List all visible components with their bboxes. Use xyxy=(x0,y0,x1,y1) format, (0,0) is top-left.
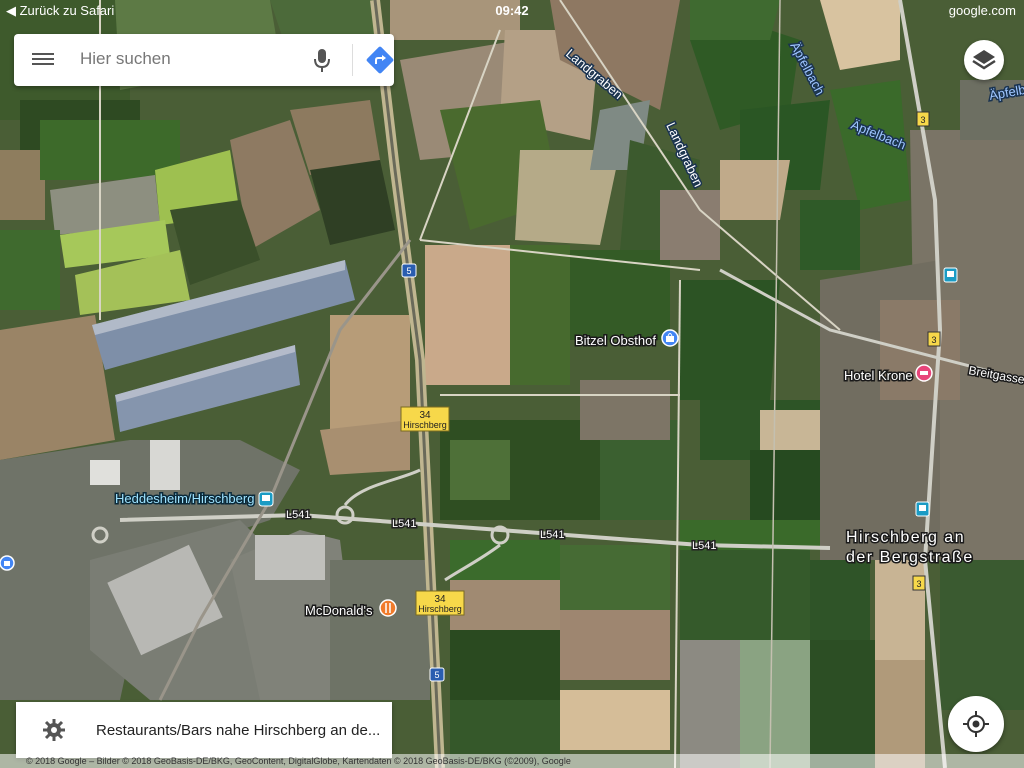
back-to-safari-link[interactable]: ◀ Zurück zu Safari xyxy=(6,3,114,19)
exit-sign: 34 Hirschberg xyxy=(400,406,450,432)
explore-nearby-card[interactable]: Restaurants/Bars nahe Hirschberg an de..… xyxy=(16,702,392,758)
map-copyright: © 2018 Google – Bilder © 2018 GeoBasis-D… xyxy=(0,754,1024,768)
motorway-shield-a5: 5 xyxy=(401,263,417,278)
search-divider xyxy=(352,44,353,76)
layers-icon xyxy=(972,50,996,70)
svg-text:Hirschberg: Hirschberg xyxy=(418,604,462,614)
station-label-heddesheim: Heddesheim/Hirschberg xyxy=(115,491,254,506)
svg-text:3: 3 xyxy=(916,579,921,589)
road-label-l541: L541 xyxy=(692,540,716,552)
shopping-bag-icon[interactable] xyxy=(661,329,679,347)
bus-icon[interactable] xyxy=(943,267,958,283)
satellite-map[interactable]: Landgraben Landgraben Äpfelbach Äpfelbac… xyxy=(0,0,1024,768)
restaurant-icon[interactable] xyxy=(379,599,397,617)
poi-label-bitzel-obsthof: Bitzel Obsthof xyxy=(575,333,656,348)
search-box[interactable]: Hier suchen xyxy=(14,34,394,86)
svg-text:5: 5 xyxy=(406,266,411,276)
train-icon[interactable] xyxy=(258,491,274,507)
road-shield-b3: 3 xyxy=(912,575,926,591)
search-input[interactable]: Hier suchen xyxy=(80,49,171,69)
road-shield-b3: 3 xyxy=(927,331,941,347)
exit-sign: 34 Hirschberg xyxy=(415,590,465,616)
hotel-icon[interactable] xyxy=(915,364,933,382)
my-location-button[interactable] xyxy=(948,696,1004,752)
poi-label-hotel-krone: Hotel Krone xyxy=(844,368,913,383)
gear-icon[interactable] xyxy=(42,718,66,742)
motorway-shield-a5: 5 xyxy=(429,667,445,682)
menu-icon[interactable] xyxy=(32,50,54,70)
status-time: 09:42 xyxy=(495,3,529,18)
road-shield-b3: 3 xyxy=(916,111,930,127)
poi-label-mcdonalds: McDonald's xyxy=(305,603,373,618)
town-label-bergstrasse: der Bergstraße xyxy=(846,549,974,566)
shopping-bag-icon[interactable] xyxy=(0,555,15,571)
road-label-l541: L541 xyxy=(392,518,416,530)
explore-nearby-text: Restaurants/Bars nahe Hirschberg an de..… xyxy=(96,722,381,739)
svg-text:3: 3 xyxy=(920,115,925,125)
svg-text:Hirschberg: Hirschberg xyxy=(403,420,447,430)
my-location-icon xyxy=(963,711,989,737)
layers-button[interactable] xyxy=(964,40,1004,80)
town-label-hirschberg: Hirschberg an xyxy=(846,529,965,546)
svg-text:5: 5 xyxy=(434,670,439,680)
status-site: google.com xyxy=(948,3,1016,18)
road-label-l541: L541 xyxy=(286,509,310,521)
road-label-l541: L541 xyxy=(540,529,564,541)
bus-icon[interactable] xyxy=(915,501,930,517)
svg-text:3: 3 xyxy=(931,335,936,345)
status-bar: ◀ Zurück zu Safari 09:42 google.com xyxy=(0,0,1024,20)
directions-icon[interactable] xyxy=(366,46,394,74)
mic-icon[interactable] xyxy=(310,46,334,74)
